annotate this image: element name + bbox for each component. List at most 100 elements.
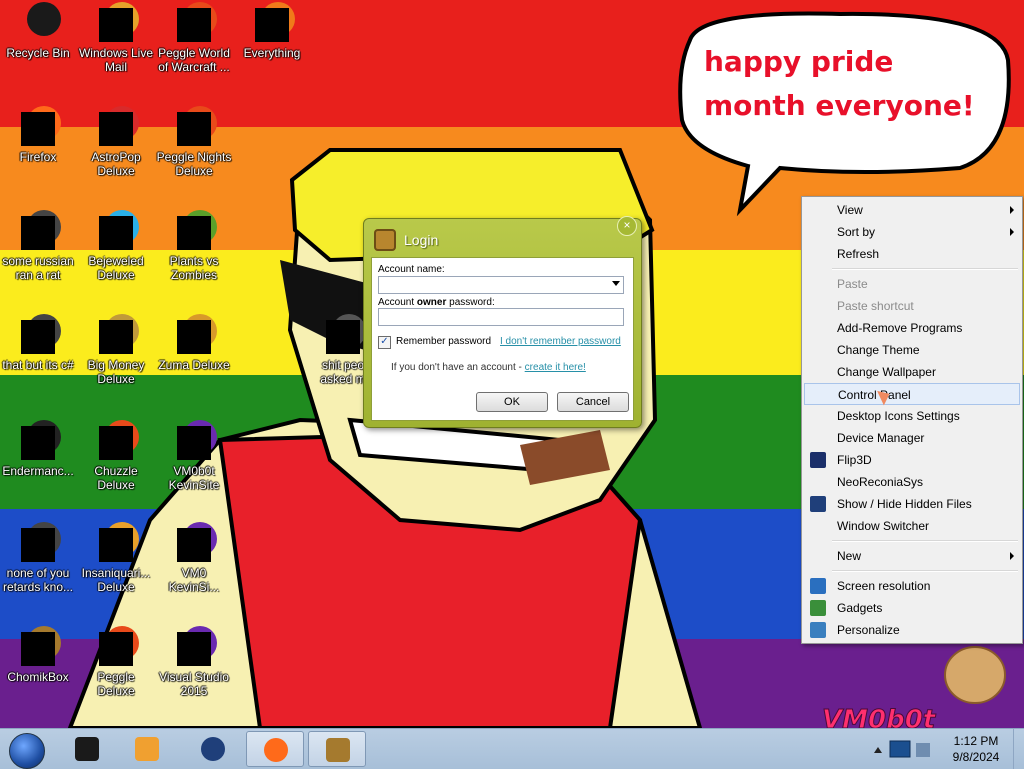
chevron-down-icon[interactable] (612, 281, 620, 286)
no-account-text: If you don't have an account - create it… (391, 362, 586, 373)
menu-item-desktop-icons-settings[interactable]: Desktop Icons Settings (804, 405, 1020, 427)
desktop-icon[interactable]: VM0b0t KevinSite (156, 418, 232, 492)
desktop-icon-label: Plants vs Zombies (169, 254, 219, 282)
chevron-right-icon (1010, 552, 1014, 560)
frog-icon (177, 314, 217, 354)
desktop-icon[interactable]: Endermanc... (0, 418, 76, 478)
taskbar-app-firefox[interactable] (246, 731, 304, 767)
desktop-icon[interactable]: Insaniquari... Deluxe (78, 520, 154, 594)
app-icon (21, 210, 61, 250)
no-account-prefix: If you don't have an account - (391, 362, 525, 373)
show-hidden-icons-icon (874, 747, 882, 753)
menu-item-flip3d[interactable]: Flip3D (804, 449, 1020, 471)
app-icon (21, 314, 61, 354)
cancel-button[interactable]: Cancel (557, 392, 629, 412)
account-name-combobox[interactable] (378, 276, 624, 294)
forgot-password-link[interactable]: I don't remember password (500, 336, 621, 347)
desktop-icon[interactable]: none of you retards kno... (0, 520, 76, 594)
volume-icon (916, 743, 930, 757)
desktop-icon-label: Chuzzle Deluxe (94, 464, 138, 492)
plant-icon (177, 210, 217, 250)
menu-item-personalize[interactable]: Personalize (804, 619, 1020, 641)
menu-item-change-theme[interactable]: Change Theme (804, 339, 1020, 361)
desktop-icon[interactable]: Peggle World of Warcraft ... (156, 0, 232, 74)
desktop-icon[interactable]: VM0 KevinSi... (156, 520, 232, 594)
menu-item-change-wallpaper[interactable]: Change Wallpaper (804, 361, 1020, 383)
account-name-label: Account name: (378, 264, 445, 275)
desktop-icon-label: Everything (243, 46, 301, 60)
taskbar-app-media-player[interactable] (118, 731, 176, 767)
desktop-icon-label: Recycle Bin (6, 46, 70, 60)
ok-button[interactable]: OK (476, 392, 548, 412)
close-icon[interactable]: × (617, 216, 637, 236)
personalize-icon (810, 622, 826, 638)
menu-item-device-manager[interactable]: Device Manager (804, 427, 1020, 449)
desktop-icon[interactable]: Visual Studio 2015 (156, 624, 232, 698)
desktop-icon[interactable]: Firefox (0, 104, 76, 164)
show-desktop-button[interactable] (1013, 729, 1024, 769)
desktop-icon[interactable]: Chuzzle Deluxe (78, 418, 154, 492)
menu-item-label: Flip3D (837, 453, 872, 467)
hamster-icon (326, 738, 350, 762)
menu-item-show-hide-hidden-files[interactable]: Show / Hide Hidden Files (804, 493, 1020, 515)
desktop-icon[interactable]: Peggle Nights Deluxe (156, 104, 232, 178)
desktop-icon[interactable]: Big Money Deluxe (78, 312, 154, 386)
remember-password-checkbox[interactable]: ✓ (378, 336, 391, 349)
menu-item-label: Device Manager (837, 431, 925, 445)
chuzzle-icon (99, 420, 139, 460)
menu-item-label: Show / Hide Hidden Files (837, 497, 972, 511)
taskbar-app-globe[interactable] (184, 731, 242, 767)
firefox-icon (264, 738, 288, 762)
hamster-icon (21, 626, 61, 666)
taskbar-app-chomikbox[interactable] (308, 731, 366, 767)
menu-separator (832, 570, 1018, 572)
menu-item-refresh[interactable]: Refresh (804, 243, 1020, 265)
taskbar-clock[interactable]: 1:12 PM 9/8/2024 (940, 733, 1012, 765)
menu-item-label: New (837, 549, 862, 563)
menu-item-gadgets[interactable]: Gadgets (804, 597, 1020, 619)
menu-item-sort-by[interactable]: Sort by (804, 221, 1020, 243)
desktop-icon[interactable]: Windows Live Mail (78, 0, 154, 74)
owner-password-label-bold: owner (416, 297, 447, 308)
password-field[interactable] (378, 308, 624, 326)
taskbar-app-terminal[interactable] (58, 731, 116, 767)
desktop-icon[interactable]: Peggle Deluxe (78, 624, 154, 698)
menu-item-label: Paste shortcut (837, 299, 914, 313)
remember-password-label[interactable]: Remember password (396, 336, 491, 347)
astropop-icon (99, 106, 139, 146)
desktop-icon[interactable]: ChomikBox (0, 624, 76, 684)
login-form: Account name: Account owner password: ✓ … (371, 257, 634, 421)
desktop-icon[interactable]: Zuma Deluxe (156, 312, 232, 372)
desktop-icon-label: that but its c# (2, 358, 74, 372)
money-bag-icon (99, 314, 139, 354)
desktop-icon[interactable]: Recycle Bin (0, 0, 76, 60)
menu-item-screen-resolution[interactable]: Screen resolution (804, 575, 1020, 597)
desktop-icon[interactable]: some russian ran a rat (0, 208, 76, 282)
menu-item-window-switcher[interactable]: Window Switcher (804, 515, 1020, 537)
desktop-icon[interactable]: that but its c# (0, 312, 76, 372)
system-tray (868, 731, 940, 767)
desktop-icon[interactable]: Everything (234, 0, 310, 60)
desktop-icon[interactable]: AstroPop Deluxe (78, 104, 154, 178)
desktop-icon[interactable]: Bejeweled Deluxe (78, 208, 154, 282)
menu-item-neoreconiasys[interactable]: NeoReconiaSys (804, 471, 1020, 493)
create-account-link[interactable]: create it here! (525, 362, 586, 373)
menu-item-label: View (837, 203, 863, 217)
gadgets-icon (810, 600, 826, 616)
desktop-icon-label: some russian ran a rat (2, 254, 74, 282)
desktop-icon[interactable]: Plants vs Zombies (156, 208, 232, 282)
menu-item-new[interactable]: New (804, 545, 1020, 567)
monitor-icon (810, 578, 826, 594)
owner-password-label-part1: Account (378, 297, 417, 308)
menu-item-add-remove-programs[interactable]: Add-Remove Programs (804, 317, 1020, 339)
start-button[interactable] (4, 731, 48, 769)
desktop-icon-label: none of you retards kno... (2, 566, 74, 594)
login-title: Login (404, 232, 439, 248)
desktop-icon-label: ChomikBox (7, 670, 69, 684)
network-icon (889, 740, 911, 758)
menu-item-label: Personalize (837, 623, 900, 637)
menu-item-control-panel[interactable]: Control Panel (804, 383, 1020, 405)
login-titlebar[interactable]: Login (374, 227, 438, 253)
menu-item-label: Paste (837, 277, 868, 291)
menu-item-view[interactable]: View (804, 199, 1020, 221)
